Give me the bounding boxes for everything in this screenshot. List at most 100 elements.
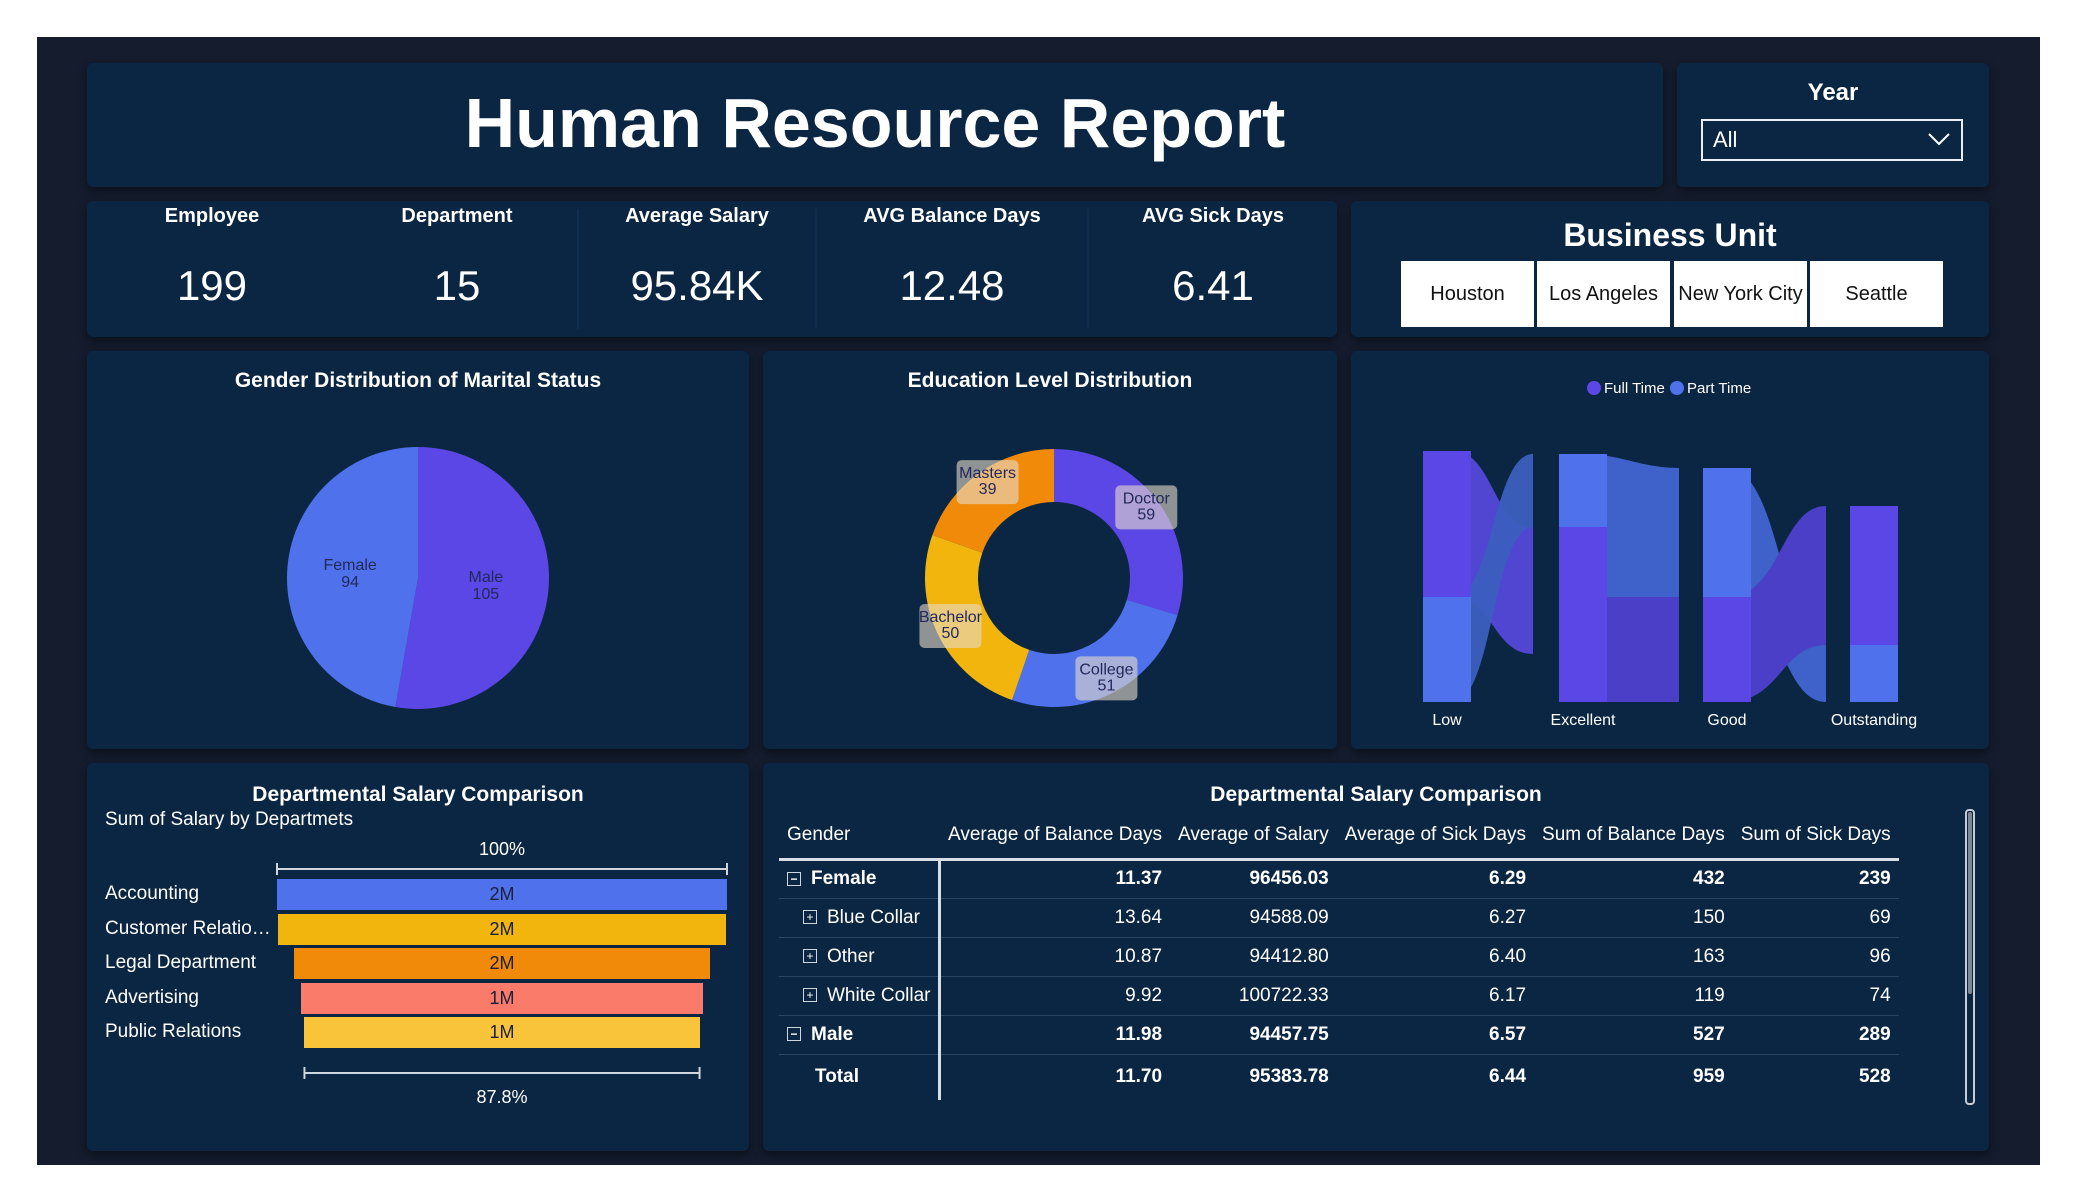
page-title: Human Resource Report xyxy=(464,84,1286,162)
table-cell: 528 xyxy=(1858,1066,1891,1088)
kpi-label: Department xyxy=(401,205,513,227)
kpi-label: AVG Sick Days xyxy=(1142,205,1284,227)
kpi-value: 199 xyxy=(176,262,248,309)
kpi-value: 95.84K xyxy=(630,262,764,309)
table-cell: 6.29 xyxy=(1336,859,1535,899)
funnel-bottom-percent: 87.8% xyxy=(476,1087,528,1107)
table-row: − Female 11.37 96456.03 6.29 432 239 xyxy=(779,859,1899,899)
column-header-sum-balance-days[interactable]: Sum of Balance Days xyxy=(1534,813,1733,861)
legend-part-time-marker xyxy=(1670,381,1684,395)
matrix-panel: Departmental Salary Comparison Gender Av… xyxy=(763,763,1989,1151)
table-row: − Male 11.98 94457.75 6.57 527 289 xyxy=(779,1015,1899,1055)
funnel-bar-accounting[interactable]: 2M xyxy=(277,879,727,910)
expand-icon[interactable]: + xyxy=(803,910,817,925)
kpi-avg-sick-days: AVG Sick Days 6.41 xyxy=(1089,201,1337,337)
kpi-label: AVG Balance Days xyxy=(863,205,1041,227)
kpi-employee: Employee 199 xyxy=(87,201,337,337)
kpi-label: Average Salary xyxy=(625,205,769,227)
table-cell: 94457.75 xyxy=(1170,1015,1337,1055)
kpi-value: 12.48 xyxy=(899,262,1005,309)
row-label: − Female xyxy=(779,859,942,899)
expand-icon[interactable]: + xyxy=(803,949,817,964)
table-cell: 13.64 xyxy=(939,898,1171,938)
column-header-sum-sick-days[interactable]: Sum of Sick Days xyxy=(1732,813,1899,861)
funnel-subtitle: Sum of Salary by Departmets xyxy=(105,809,354,830)
table-row: + Blue Collar 13.64 94588.09 6.27 150 69 xyxy=(779,898,1899,938)
donut-slice-doctor[interactable] xyxy=(1054,449,1183,616)
year-dropdown[interactable]: All xyxy=(1701,119,1963,161)
ribbon-bar-excellent-full-time xyxy=(1559,527,1607,702)
table-cell: 11.37 xyxy=(939,859,1171,899)
legend-full-time-label: Full Time xyxy=(1604,380,1665,397)
donut-value-masters: 39 xyxy=(979,481,997,498)
business-unit-seattle[interactable]: Seattle xyxy=(1810,261,1943,327)
kpi-average-salary: Average Salary 95.84K xyxy=(579,201,815,337)
expand-icon[interactable]: + xyxy=(803,988,817,1003)
collapse-icon[interactable]: − xyxy=(787,1027,801,1042)
funnel-category-public-relations: Public Relations xyxy=(105,1021,242,1042)
kpi-value: 15 xyxy=(433,262,481,309)
table-cell: 163 xyxy=(1534,937,1733,977)
table-cell: 9.92 xyxy=(939,976,1171,1016)
table-row: + White Collar 9.92 100722.33 6.17 119 74 xyxy=(779,976,1899,1016)
gender-pie-chart: Male105 Female94 xyxy=(286,447,549,709)
table-cell: 6.40 xyxy=(1336,937,1535,977)
report-canvas: Human Resource Report Year All Employee … xyxy=(37,37,2040,1165)
gender-pie-panel: Gender Distribution of Marital Status Ma… xyxy=(87,351,749,749)
table-cell: 239 xyxy=(1732,859,1899,899)
row-label: + Blue Collar xyxy=(779,898,942,938)
ribbon-bar-outstanding-part-time xyxy=(1850,645,1898,702)
table-cell: 10.87 xyxy=(939,937,1171,977)
funnel-category-legal-department: Legal Department xyxy=(105,952,257,973)
ribbon-bar-excellent-part-time xyxy=(1559,454,1607,527)
matrix-header-row: Gender Average of Balance Days Average o… xyxy=(779,813,1899,861)
column-header-gender[interactable]: Gender xyxy=(779,813,940,861)
table-cell: 94588.09 xyxy=(1170,898,1337,938)
row-label-text: Female xyxy=(811,868,877,889)
donut-value-bachelor: 50 xyxy=(942,625,960,642)
donut-value-college: 51 xyxy=(1098,677,1116,694)
business-unit-new-york-city[interactable]: New York City xyxy=(1674,261,1807,327)
funnel-bar-public-relations[interactable]: 1M xyxy=(304,1017,700,1048)
table-cell: 94412.80 xyxy=(1170,937,1337,977)
funnel-category-customer-relatio: Customer Relatio… xyxy=(105,917,271,939)
education-donut-chart: Doctor59 College51 Bachelor50 Masters39 xyxy=(919,449,1183,707)
year-slicer: Year All xyxy=(1677,63,1989,187)
collapse-icon[interactable]: − xyxy=(787,871,801,886)
row-label-text: Total xyxy=(815,1066,859,1088)
table-cell: 289 xyxy=(1732,1015,1899,1055)
matrix-scrollbar[interactable] xyxy=(1965,809,1975,1105)
funnel-bar-legal-department[interactable]: 2M xyxy=(293,948,711,979)
funnel-bottom-bracket xyxy=(303,1067,701,1079)
table-cell: 11.70 xyxy=(1115,1066,1163,1088)
business-unit-houston[interactable]: Houston xyxy=(1401,261,1534,327)
pie-label-female: Female xyxy=(323,557,376,574)
ribbon-axis-label-good: Good xyxy=(1707,712,1746,729)
business-unit-los-angeles[interactable]: Los Angeles xyxy=(1537,261,1670,327)
table-cell: 6.17 xyxy=(1336,976,1535,1016)
table-cell: 6.57 xyxy=(1336,1015,1535,1055)
pie-value-female: 94 xyxy=(341,574,359,591)
table-cell: 96 xyxy=(1732,937,1899,977)
column-header-avg-sick-days[interactable]: Average of Sick Days xyxy=(1336,813,1535,861)
kpi-department: Department 15 xyxy=(337,201,577,337)
table-cell: 6.27 xyxy=(1336,898,1535,938)
ribbon-axis-label-outstanding: Outstanding xyxy=(1831,712,1917,729)
kpi-panel: Employee 199 Department 15 Average Salar… xyxy=(87,201,1337,337)
donut-value-doctor: 59 xyxy=(1137,506,1155,523)
chevron-down-icon xyxy=(1928,133,1950,146)
kpi-avg-balance-days: AVG Balance Days 12.48 xyxy=(817,201,1087,337)
salary-matrix-table: Gender Average of Balance Days Average o… xyxy=(779,813,1899,1100)
table-cell: 69 xyxy=(1732,898,1899,938)
table-cell: 527 xyxy=(1534,1015,1733,1055)
title-panel: Human Resource Report xyxy=(87,63,1663,187)
row-label: + Other xyxy=(779,937,942,977)
funnel-bar-advertising[interactable]: 1M xyxy=(301,982,703,1014)
table-cell: 150 xyxy=(1534,898,1733,938)
column-header-avg-salary[interactable]: Average of Salary xyxy=(1170,813,1337,861)
matrix-scrollbar-thumb[interactable] xyxy=(1968,812,1972,994)
kpi-value: 6.41 xyxy=(1172,262,1254,309)
donut-label-bachelor: Bachelor xyxy=(919,609,983,626)
column-header-avg-balance-days[interactable]: Average of Balance Days xyxy=(939,813,1171,861)
funnel-bar-customer-relatio[interactable]: 2M xyxy=(278,913,726,945)
